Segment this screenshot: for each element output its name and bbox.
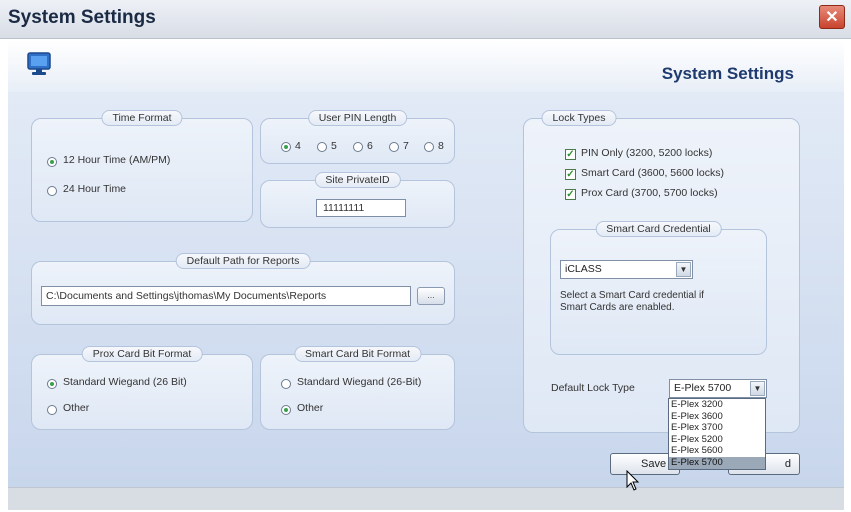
smart-credential-help-2: Smart Cards are enabled.	[560, 302, 675, 313]
site-private-id-input[interactable]: 11111111	[316, 199, 406, 217]
radio-pin-8-label: 8	[438, 140, 444, 152]
reports-path-label: Default Path for Reports	[175, 253, 311, 269]
smart-credential-label: Smart Card Credential	[595, 221, 722, 237]
reports-path-input[interactable]: C:\Documents and Settings\jthomas\My Doc…	[41, 286, 411, 306]
smart-credential-select[interactable]: iCLASS ▼	[560, 260, 693, 279]
checkbox-pin-only-label: PIN Only (3200, 5200 locks)	[581, 147, 713, 159]
radio-prox-other-label: Other	[63, 402, 90, 414]
window-title: System Settings	[8, 7, 156, 28]
lock-option[interactable]: E-Plex 5200	[669, 434, 765, 446]
radio-24-hour-label: 24 Hour Time	[63, 183, 127, 195]
lock-option-highlighted[interactable]: E-Plex 5700	[669, 456, 765, 469]
lock-types-label: Lock Types	[541, 110, 617, 126]
footer-band	[8, 487, 844, 510]
smart-credential-group: Smart Card Credential iCLASS ▼ Select a …	[550, 221, 767, 355]
radio-pin-7[interactable]	[389, 142, 399, 152]
radio-12-hour-label: 12 Hour Time (AM/PM)	[63, 154, 171, 166]
smart-credential-help-1: Select a Smart Card credential if	[560, 290, 704, 301]
site-private-id-group: Site PrivateID 11111111	[260, 172, 455, 228]
radio-pin-8[interactable]	[424, 142, 434, 152]
header-band: System Settings	[8, 40, 844, 92]
radio-smart-other[interactable]	[281, 405, 291, 415]
radio-prox-standard-label: Standard Wiegand (26 Bit)	[63, 376, 187, 388]
lock-option[interactable]: E-Plex 5600	[669, 445, 765, 457]
title-bar: System Settings ✕	[0, 0, 851, 39]
radio-24-hour[interactable]	[47, 186, 57, 196]
radio-pin-5[interactable]	[317, 142, 327, 152]
checkbox-prox-card[interactable]: ✓	[565, 189, 576, 200]
prox-format-group: Prox Card Bit Format Standard Wiegand (2…	[31, 346, 253, 430]
save-button-label: Save	[641, 458, 667, 470]
radio-12-hour[interactable]	[47, 157, 57, 167]
time-format-label: Time Format	[101, 110, 183, 126]
checkbox-smart-card[interactable]: ✓	[565, 169, 576, 180]
prox-format-label: Prox Card Bit Format	[81, 346, 203, 362]
default-lock-select[interactable]: E-Plex 5700 ▼	[669, 379, 767, 398]
checkbox-pin-only[interactable]: ✓	[565, 149, 576, 160]
chevron-down-icon[interactable]: ▼	[676, 262, 691, 277]
mouse-cursor-icon	[626, 470, 640, 491]
lock-types-group: Lock Types ✓ PIN Only (3200, 5200 locks)…	[523, 110, 800, 433]
lock-option[interactable]: E-Plex 3700	[669, 422, 765, 434]
monitor-icon	[27, 52, 51, 75]
chevron-down-icon[interactable]: ▼	[750, 381, 765, 396]
browse-button[interactable]: ...	[417, 287, 445, 305]
system-settings-window: System Settings ✕ System Settings Time F…	[0, 0, 851, 512]
smart-credential-value: iCLASS	[565, 263, 602, 275]
default-lock-dropdown-list[interactable]: E-Plex 3200 E-Plex 3600 E-Plex 3700 E-Pl…	[668, 398, 766, 470]
radio-pin-5-label: 5	[331, 140, 337, 152]
time-format-group: Time Format 12 Hour Time (AM/PM) 24 Hour…	[31, 110, 253, 222]
checkbox-prox-card-label: Prox Card (3700, 5700 locks)	[581, 187, 718, 199]
radio-pin-7-label: 7	[403, 140, 409, 152]
smart-format-group: Smart Card Bit Format Standard Wiegand (…	[260, 346, 455, 430]
pin-length-group: User PIN Length 4 5 6 7 8	[260, 110, 455, 164]
checkbox-smart-card-label: Smart Card (3600, 5600 locks)	[581, 167, 724, 179]
close-button[interactable]: ✕	[819, 5, 845, 29]
reports-path-group: Default Path for Reports C:\Documents an…	[31, 253, 455, 325]
lock-option[interactable]: E-Plex 3200	[669, 399, 765, 411]
radio-smart-standard-label: Standard Wiegand (26-Bit)	[297, 376, 422, 388]
smart-format-label: Smart Card Bit Format	[293, 346, 422, 362]
site-private-id-label: Site PrivateID	[314, 172, 401, 188]
default-lock-value: E-Plex 5700	[674, 382, 732, 394]
radio-pin-6-label: 6	[367, 140, 373, 152]
header-title: System Settings	[661, 64, 794, 83]
radio-pin-4[interactable]	[281, 142, 291, 152]
radio-prox-standard[interactable]	[47, 379, 57, 389]
lock-option[interactable]: E-Plex 3600	[669, 411, 765, 423]
pin-length-label: User PIN Length	[307, 110, 408, 126]
cancel-button-label: d	[784, 458, 791, 470]
radio-pin-6[interactable]	[353, 142, 363, 152]
default-lock-label: Default Lock Type	[551, 382, 635, 394]
radio-prox-other[interactable]	[47, 405, 57, 415]
radio-pin-4-label: 4	[295, 140, 301, 152]
radio-smart-standard[interactable]	[281, 379, 291, 389]
radio-smart-other-label: Other	[297, 402, 324, 414]
